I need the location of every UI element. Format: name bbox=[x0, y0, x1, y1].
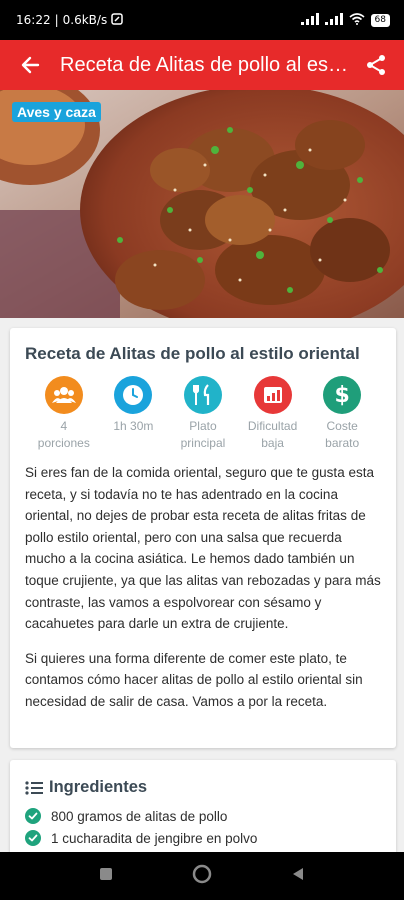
ingredients-list: 800 gramos de alitas de pollo 1 cucharad… bbox=[25, 805, 381, 849]
signal-icon-2 bbox=[324, 12, 343, 28]
stat-time: 1h 30m bbox=[99, 376, 169, 452]
back-button[interactable] bbox=[0, 40, 60, 90]
check-circle-icon bbox=[25, 830, 41, 846]
recipe-stats: 4 porciones 1h 30m Plato principal Dificul… bbox=[25, 376, 381, 452]
status-speed: 0.6kB/s bbox=[62, 13, 108, 27]
list-icon bbox=[25, 780, 43, 795]
list-item[interactable]: 1 cucharadita de jengibre en polvo bbox=[25, 827, 381, 849]
cutlery-icon bbox=[183, 376, 222, 414]
status-time: 16:22 bbox=[16, 13, 51, 27]
share-button[interactable] bbox=[348, 40, 404, 90]
dollar-icon: $ bbox=[323, 376, 362, 414]
recipe-title: Receta de Alitas de pollo al estilo orie… bbox=[25, 344, 360, 363]
clock-icon bbox=[114, 376, 153, 414]
recipe-description: Si eres fan de la comida oriental, segur… bbox=[25, 462, 381, 713]
check-circle-icon bbox=[25, 808, 41, 824]
ingredients-title: Ingredientes bbox=[49, 778, 148, 796]
battery-icon: 68 bbox=[370, 13, 390, 27]
recipe-hero-image: Aves y caza bbox=[0, 90, 404, 318]
share-icon bbox=[367, 55, 385, 75]
people-icon bbox=[44, 376, 83, 414]
recents-button[interactable] bbox=[99, 867, 113, 886]
recipe-info-card: Receta de Alitas de pollo al estilo orie… bbox=[10, 328, 396, 748]
back-nav-button[interactable] bbox=[291, 867, 305, 886]
app-bar: Receta de Alitas de pollo al estilo orie… bbox=[0, 40, 404, 90]
stat-difficulty: Dificultad baja bbox=[238, 376, 308, 452]
stat-course: Plato principal bbox=[168, 376, 238, 452]
wifi-icon bbox=[349, 12, 365, 28]
description-paragraph: Si quieres una forma diferente de comer … bbox=[25, 650, 363, 709]
bar-chart-icon bbox=[253, 376, 292, 414]
status-bar: 16:22 | 0.6kB/s 68 bbox=[0, 0, 404, 40]
stat-servings: 4 porciones bbox=[29, 376, 99, 452]
signal-icon bbox=[300, 12, 319, 28]
system-nav-bar bbox=[0, 852, 404, 900]
category-badge[interactable]: Aves y caza bbox=[12, 102, 101, 122]
triangle-back-icon bbox=[292, 867, 303, 880]
home-button[interactable] bbox=[192, 864, 212, 889]
ingredients-header: Ingredientes bbox=[25, 778, 381, 797]
ingredient-label: 800 gramos de alitas de pollo bbox=[51, 808, 228, 824]
list-item[interactable]: 800 gramos de alitas de pollo bbox=[25, 805, 381, 827]
square-icon bbox=[100, 867, 113, 880]
circle-icon bbox=[192, 864, 212, 883]
stat-cost: $ Coste barato bbox=[307, 376, 377, 452]
arrow-back-icon bbox=[21, 56, 40, 74]
page-title: Receta de Alitas de pollo al estilo orie… bbox=[60, 53, 348, 76]
ingredient-label: 1 cucharadita de jengibre en polvo bbox=[51, 830, 258, 846]
notification-icon bbox=[111, 12, 123, 28]
description-paragraph: Si eres fan de la comida oriental, segur… bbox=[25, 465, 381, 632]
